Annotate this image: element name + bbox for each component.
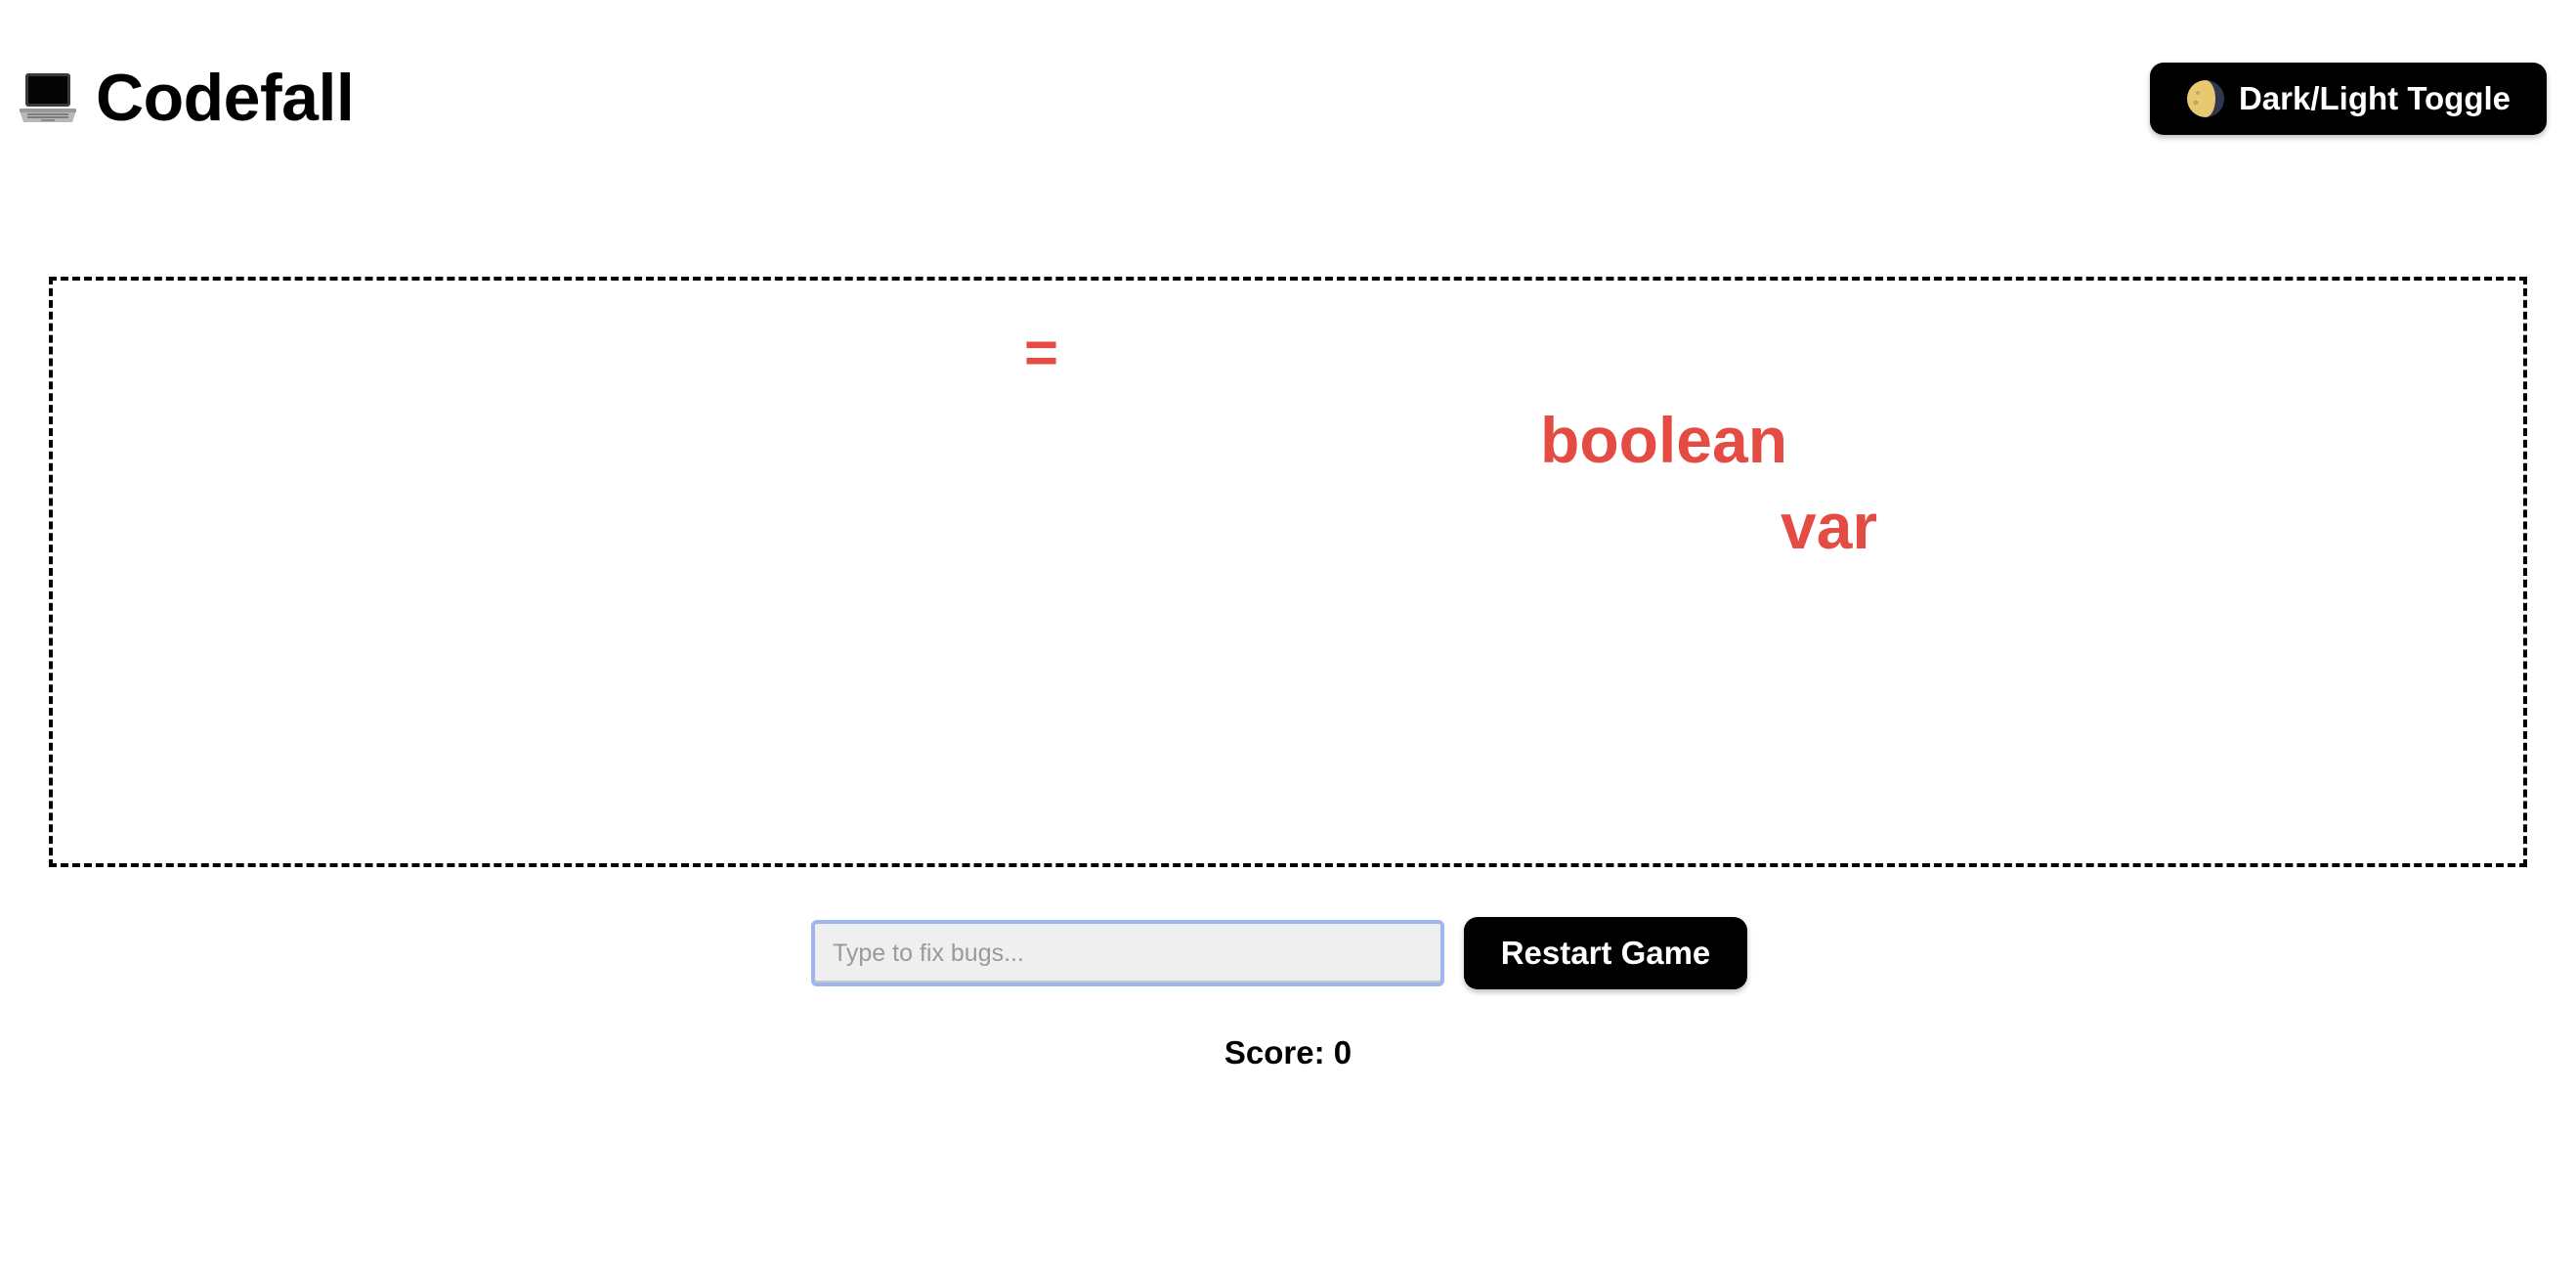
controls-row: Restart Game — [811, 917, 1747, 989]
restart-game-button[interactable]: Restart Game — [1464, 917, 1747, 989]
bug-fix-input[interactable] — [811, 920, 1444, 986]
app-root: Codefall Dark/Light Toggle = boolean var… — [0, 0, 2576, 1267]
falling-bug: var — [1781, 490, 1878, 562]
dark-light-toggle-button[interactable]: Dark/Light Toggle — [2150, 63, 2547, 135]
score-display: Score: 0 — [1224, 1034, 1352, 1070]
app-header: Codefall — [18, 59, 355, 137]
falling-bug: boolean — [1540, 404, 1788, 476]
page-title: Codefall — [96, 61, 355, 135]
laptop-icon — [18, 67, 78, 128]
game-area: = boolean var — [49, 277, 2527, 867]
moon-icon — [2186, 79, 2225, 118]
falling-bug: = — [1024, 320, 1059, 385]
toggle-label: Dark/Light Toggle — [2238, 80, 2512, 116]
